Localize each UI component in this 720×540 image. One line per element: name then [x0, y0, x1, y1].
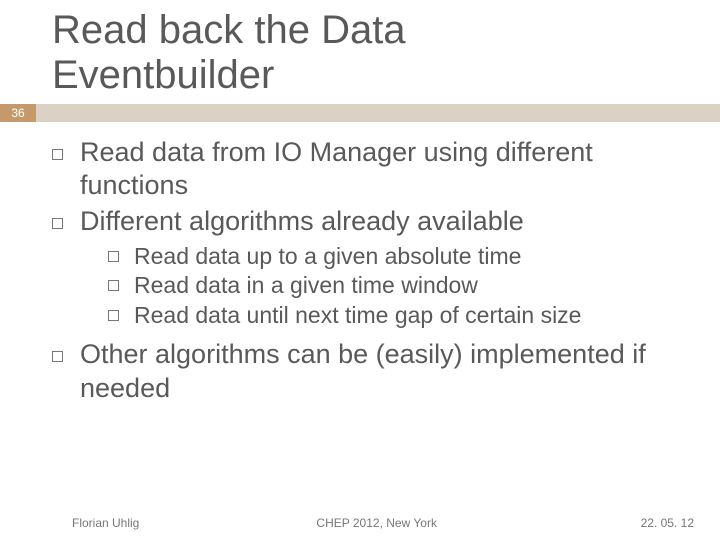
header-rule: 36: [0, 104, 720, 122]
sub-rest: data in a given time window: [189, 272, 478, 298]
footer-date: 22. 05. 12: [614, 516, 694, 530]
sub-bullet-item: Read data until next time gap of certain…: [108, 301, 704, 330]
title-line1: Read back the Data: [52, 8, 406, 52]
bullet-list: Read data from IO Manager using differen…: [52, 136, 704, 406]
sub-bullet-item: Read data up to a given absolute time: [108, 242, 704, 271]
content: Read data from IO Manager using differen…: [0, 122, 720, 406]
sub-prefix: Read: [134, 272, 189, 298]
sub-bullet-list: Read data up to a given absolute time Re…: [108, 242, 704, 330]
sub-bullet-item: Read data in a given time window: [108, 271, 704, 300]
footer-event: CHEP 2012, New York: [139, 516, 614, 530]
sub-prefix: Read: [134, 302, 189, 328]
bullet-item: Read data from IO Manager using differen…: [52, 136, 704, 203]
footer-author: Florian Uhlig: [72, 516, 139, 530]
bullet-text: Different algorithms already available: [80, 206, 524, 236]
bullet-item: Different algorithms already available R…: [52, 205, 704, 331]
sub-rest: data up to a given absolute time: [189, 243, 521, 269]
slide-title: Read back the Data Eventbuilder: [0, 0, 720, 104]
sub-prefix: Read: [134, 243, 189, 269]
page-number: 36: [0, 104, 36, 122]
footer: Florian Uhlig CHEP 2012, New York 22. 05…: [0, 516, 720, 530]
title-line2: Eventbuilder: [52, 53, 274, 97]
bullet-item: Other algorithms can be (easily) impleme…: [52, 338, 704, 405]
sub-rest: data until next time gap of certain size: [189, 302, 582, 328]
